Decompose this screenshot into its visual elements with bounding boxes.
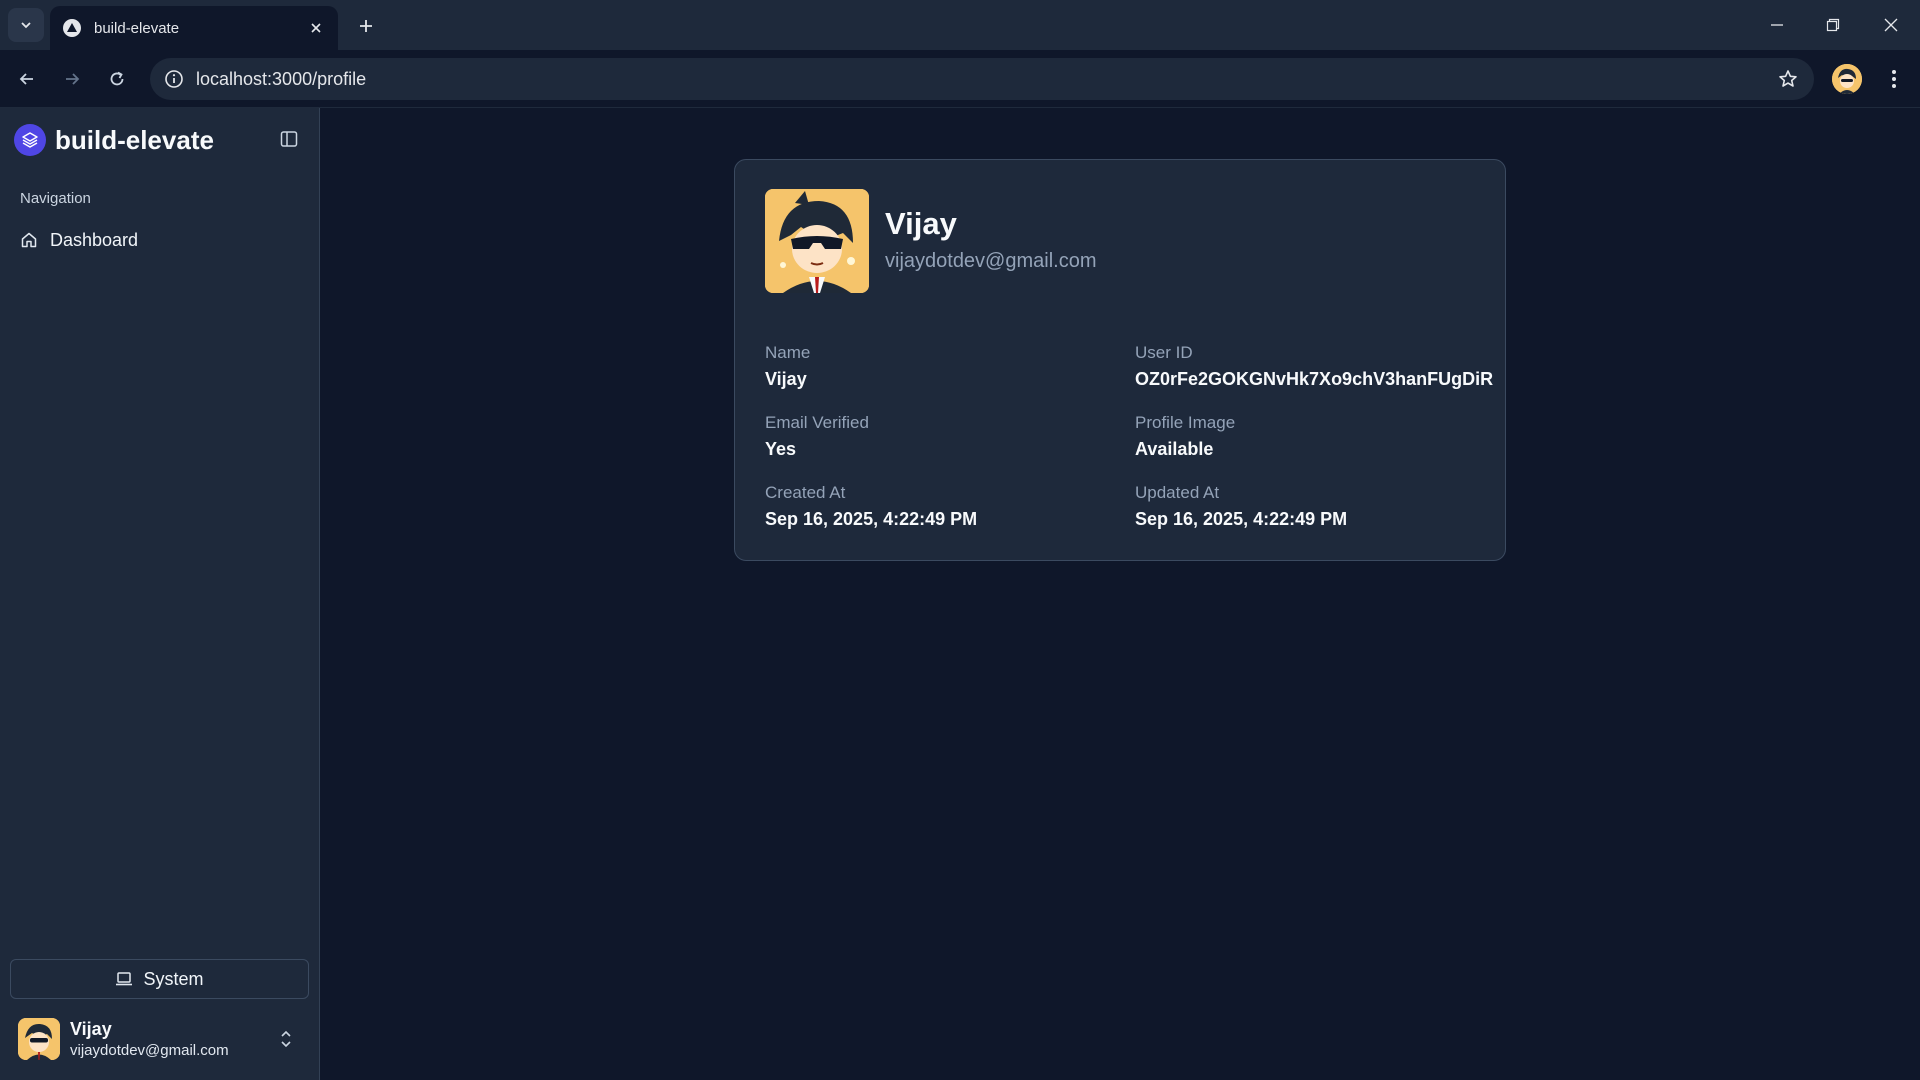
sidebar-item-dashboard[interactable]: Dashboard xyxy=(10,222,310,258)
field-name: Name Vijay xyxy=(765,343,1095,390)
user-menu[interactable]: Vijay vijaydotdev@gmail.com xyxy=(18,1018,308,1060)
field-user-id: User ID OZ0rFe2GOKGNvHk7Xo9chV3hanFUgDiR xyxy=(1135,343,1494,390)
close-icon[interactable] xyxy=(306,18,326,38)
profile-email: vijaydotdev@gmail.com xyxy=(885,250,1097,272)
site-info-icon[interactable] xyxy=(162,67,186,91)
field-value: Available xyxy=(1135,439,1214,459)
field-label: Name xyxy=(765,343,811,362)
reload-icon xyxy=(110,71,124,86)
close-icon xyxy=(1884,18,1898,32)
sidebar: build-elevate Navigation Dashboard Syste… xyxy=(0,108,320,1080)
field-value: OZ0rFe2GOKGNvHk7Xo9chV3hanFUgDiR xyxy=(1135,369,1494,389)
arrow-left-icon xyxy=(19,73,33,85)
brand[interactable]: build-elevate xyxy=(14,124,214,156)
browser-profile-avatar[interactable] xyxy=(1832,64,1862,94)
sidebar-toggle-button[interactable] xyxy=(276,126,302,152)
layers-logo-icon xyxy=(14,124,46,156)
browser-menu-button[interactable] xyxy=(1880,64,1908,94)
field-created-at: Created At Sep 16, 2025, 4:22:49 PM xyxy=(765,483,1095,530)
forward-button[interactable] xyxy=(55,62,89,96)
close-window-button[interactable] xyxy=(1876,10,1906,40)
field-value: Yes xyxy=(765,439,797,459)
tab-search-button[interactable] xyxy=(8,8,44,42)
laptop-icon xyxy=(116,972,133,986)
field-value: Sep 16, 2025, 4:22:49 PM xyxy=(765,509,978,529)
user-name: Vijay xyxy=(70,1019,112,1039)
field-label: Email Verified xyxy=(765,413,869,432)
field-label: Profile Image xyxy=(1135,413,1236,432)
profile-name: Vijay xyxy=(885,206,957,241)
nav-heading: Navigation xyxy=(20,190,91,207)
minimize-icon xyxy=(1771,24,1783,26)
restore-icon xyxy=(1826,18,1840,32)
field-label: User ID xyxy=(1135,343,1193,362)
triangle-favicon-icon xyxy=(62,18,82,38)
tab-title: build-elevate xyxy=(94,19,180,37)
browser-tabstrip: build-elevate xyxy=(0,0,1920,50)
field-label: Created At xyxy=(765,483,846,502)
chevrons-up-down-icon[interactable] xyxy=(276,1027,296,1051)
sidebar-item-label: Dashboard xyxy=(50,229,139,250)
restore-button[interactable] xyxy=(1818,10,1848,40)
back-button[interactable] xyxy=(10,62,44,96)
avatar xyxy=(18,1018,60,1060)
theme-label: System xyxy=(143,968,204,989)
field-value: Vijay xyxy=(765,369,807,389)
arrow-right-icon xyxy=(66,73,80,85)
field-profile-image: Profile Image Available xyxy=(1135,413,1465,460)
field-updated-at: Updated At Sep 16, 2025, 4:22:49 PM xyxy=(1135,483,1465,530)
browser-tab[interactable]: build-elevate xyxy=(50,6,338,50)
field-label: Updated At xyxy=(1135,483,1220,502)
profile-avatar xyxy=(765,189,869,293)
plus-icon xyxy=(360,20,372,32)
new-tab-button[interactable] xyxy=(352,12,380,40)
field-value: Sep 16, 2025, 4:22:49 PM xyxy=(1135,509,1348,529)
browser-toolbar: localhost:3000/profile xyxy=(0,50,1920,108)
more-vertical-icon xyxy=(1892,70,1896,88)
panel-left-icon xyxy=(280,131,298,147)
theme-toggle-button[interactable]: System xyxy=(10,959,309,999)
bookmark-star-icon[interactable] xyxy=(1776,67,1800,91)
chevron-down-icon xyxy=(21,22,31,29)
home-icon xyxy=(21,232,37,248)
address-bar[interactable]: localhost:3000/profile xyxy=(150,58,1814,100)
brand-name: build-elevate xyxy=(55,124,214,155)
profile-card: Vijay vijaydotdev@gmail.com Name Vijay U… xyxy=(734,159,1506,561)
user-email: vijaydotdev@gmail.com xyxy=(70,1042,229,1059)
field-email-verified: Email Verified Yes xyxy=(765,413,1095,460)
reload-button[interactable] xyxy=(100,62,134,96)
url-text[interactable]: localhost:3000/profile xyxy=(196,69,366,90)
minimize-button[interactable] xyxy=(1762,10,1792,40)
